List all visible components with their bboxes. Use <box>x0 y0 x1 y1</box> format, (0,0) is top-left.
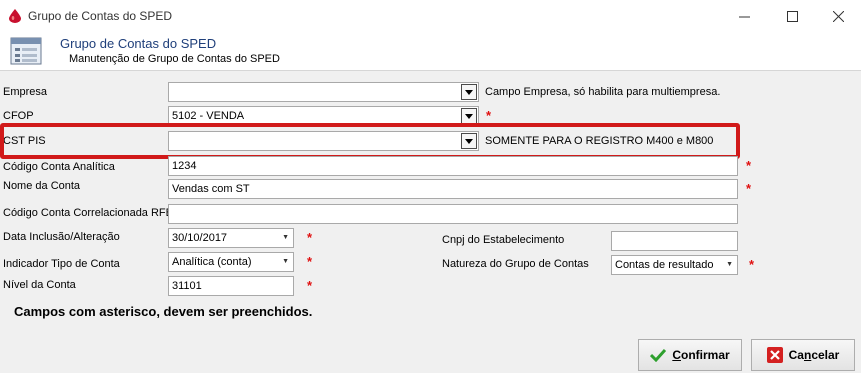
form-header: Grupo de Contas do SPED Manutenção de Gr… <box>0 32 861 71</box>
cancel-button[interactable]: Cancelar <box>751 339 855 371</box>
required-mark: * <box>746 181 752 196</box>
minimize-button[interactable] <box>721 0 767 32</box>
nivel-conta-input[interactable]: 31101 <box>168 276 294 296</box>
nivel-conta-label: Nível da Conta <box>3 279 76 291</box>
natureza-label: Natureza do Grupo de Contas <box>442 258 589 270</box>
close-button[interactable] <box>815 0 861 32</box>
codigo-conta-label: Código Conta Analítica <box>3 161 115 173</box>
check-icon <box>650 348 667 362</box>
chevron-down-icon[interactable]: ▼ <box>282 253 289 271</box>
empresa-label: Empresa <box>3 86 48 98</box>
natureza-select[interactable]: Contas de resultado ▼ <box>611 255 738 275</box>
chevron-down-icon[interactable]: ▼ <box>726 256 733 274</box>
codigo-conta-input[interactable]: 1234 <box>168 156 738 176</box>
data-inclusao-picker[interactable]: 30/10/2017 ▼ <box>168 228 294 248</box>
maximize-icon <box>786 10 798 22</box>
indicador-tipo-label: Indicador Tipo de Conta <box>3 258 120 270</box>
empresa-hint: Campo Empresa, só habilita para multiemp… <box>485 86 721 98</box>
required-mark: * <box>746 158 752 173</box>
codigo-rfb-input[interactable] <box>168 204 738 224</box>
title-bar: Grupo de Contas do SPED <box>0 0 861 32</box>
nome-conta-label: Nome da Conta <box>3 180 81 192</box>
nome-conta-input[interactable]: Vendas com ST <box>168 179 738 199</box>
dropdown-arrow-icon[interactable] <box>461 108 477 124</box>
cnpj-input[interactable] <box>611 231 738 251</box>
cnpj-label: Cnpj do Estabelecimento <box>442 234 565 246</box>
required-mark: * <box>486 108 492 123</box>
dropdown-arrow-icon[interactable] <box>461 84 477 100</box>
confirm-button[interactable]: Confirmar <box>638 339 742 371</box>
header-subtitle: Manutenção de Grupo de Contas do SPED <box>69 53 280 65</box>
close-icon <box>832 10 844 22</box>
window-title: Grupo de Contas do SPED <box>28 9 173 23</box>
required-mark: * <box>307 230 313 245</box>
required-mark: * <box>749 257 755 272</box>
maximize-button[interactable] <box>769 0 815 32</box>
minimize-icon <box>738 16 750 17</box>
data-inclusao-label: Data Inclusão/Alteração <box>3 231 120 243</box>
form-icon <box>10 37 42 65</box>
required-mark: * <box>307 254 313 269</box>
indicador-tipo-select[interactable]: Analítica (conta) ▼ <box>168 252 294 272</box>
highlight-box <box>0 123 740 159</box>
required-fields-notice: Campos com asterisco, devem ser preenchi… <box>14 304 313 319</box>
empresa-select[interactable] <box>168 82 479 102</box>
header-title: Grupo de Contas do SPED <box>60 36 217 51</box>
codigo-rfb-label: Código Conta Correlacionada RFB <box>3 207 173 219</box>
chevron-down-icon[interactable]: ▼ <box>282 229 289 247</box>
cancel-x-icon <box>766 347 783 363</box>
app-drop-icon <box>9 9 21 23</box>
required-mark: * <box>307 278 313 293</box>
cfop-label: CFOP <box>3 110 34 122</box>
